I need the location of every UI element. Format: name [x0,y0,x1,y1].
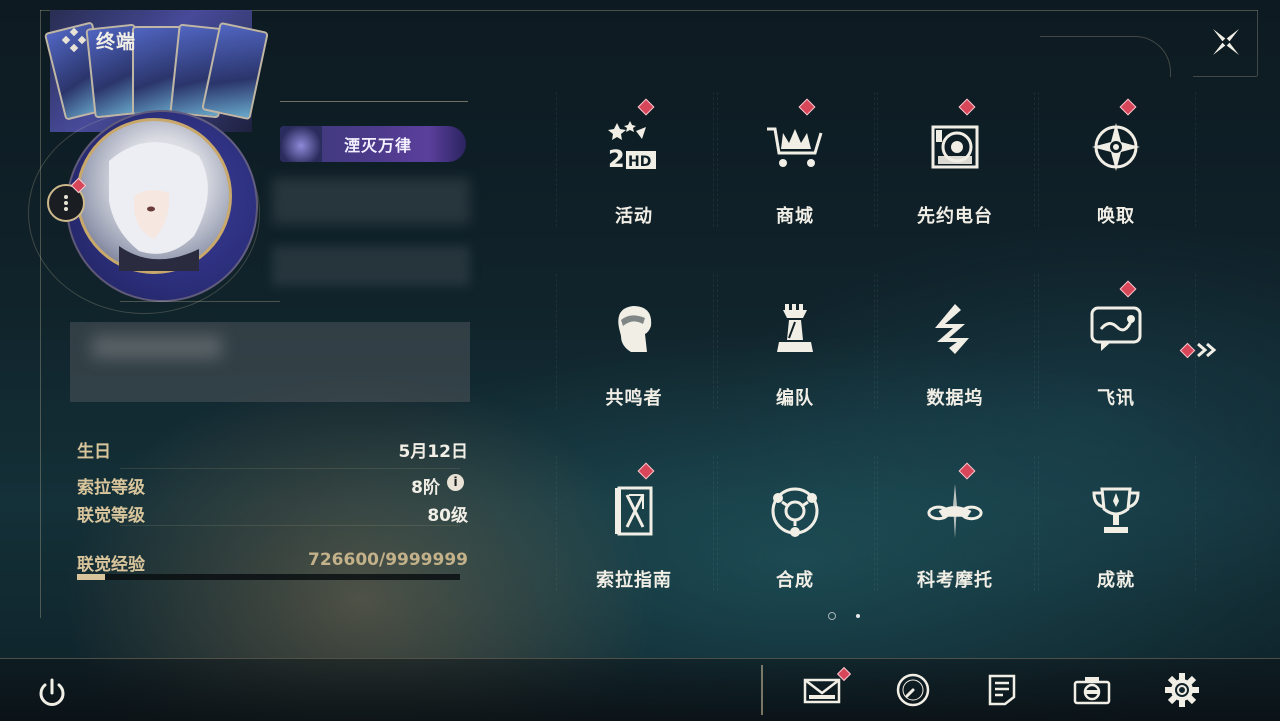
signature-box-blurred[interactable] [70,322,470,402]
camera-icon [1073,677,1111,705]
close-button[interactable] [1206,22,1246,62]
page-indicator [828,612,860,620]
motorbike-icon [925,481,985,541]
menu-item-9[interactable]: 索拉指南 [554,456,714,606]
shop-cart-icon [765,117,825,177]
power-icon [39,678,65,706]
close-icon [1213,29,1239,55]
menu-item-label: 先约电台 [917,206,993,227]
menu-item-8[interactable]: 飞讯 [1036,274,1196,424]
power-button[interactable] [32,673,72,713]
player-title-badge[interactable]: 湮灭万律 [280,126,466,162]
menu-item-label: 成就 [1097,570,1135,591]
sola-level-value: 8阶 [411,478,440,498]
menu-item-label: 飞讯 [1097,388,1135,409]
exp-label: 联觉经验 [77,555,145,575]
double-chevron-right-icon [1197,342,1217,358]
menu-item-label: 共鸣者 [605,388,663,409]
menu-item-label: 唤取 [1097,206,1135,227]
settings-button[interactable] [1160,668,1204,712]
menu-item-label: 合成 [776,570,814,591]
bar-divider [761,665,763,715]
menu-item-12[interactable]: 成就 [1036,456,1196,606]
player-name-blurred [272,178,470,224]
history-button[interactable] [891,668,935,712]
mail-icon [803,678,841,704]
menu-item-label: 科考摩托 [917,570,993,591]
svg-text:HD: HD [628,154,651,170]
more-vertical-icon [64,195,68,211]
menu-item-6[interactable]: 编队 [715,274,875,424]
menu-item-11[interactable]: 科考摩托 [875,456,1035,606]
clock-icon [896,673,930,707]
terminal-diamond-icon [61,27,87,53]
menu-item-3[interactable]: 先约电台 [875,92,1035,242]
event-2nd-anniversary-icon: 2 HD [604,117,664,177]
svg-text:2: 2 [608,145,625,173]
menu-item-4[interactable]: 唤取 [1036,92,1196,242]
menu-item-7[interactable]: 数据坞 [875,274,1035,424]
guide-book-icon [604,481,664,541]
menu-item-1[interactable]: 2 HD 活动 [554,92,714,242]
data-bank-icon [925,299,985,359]
settings-gear-icon [1165,673,1199,707]
chess-team-icon [765,299,825,359]
info-icon[interactable]: i [447,474,464,491]
menu-item-label: 编队 [776,388,814,409]
divider [120,301,280,302]
union-level-label: 联觉等级 [77,506,145,526]
radio-icon [925,117,985,177]
notes-icon [988,674,1016,706]
page-title: 终端 [96,31,137,53]
next-page-button[interactable] [1179,338,1222,362]
page-dot-active[interactable] [828,612,836,620]
sola-level-label: 索拉等级 [77,478,145,498]
avatar[interactable] [76,118,232,274]
birthday-value: 5月12日 [398,442,469,462]
menu-item-2[interactable]: 商城 [715,92,875,242]
frame-left-line [40,10,41,618]
menu-item-5[interactable]: 共鸣者 [554,274,714,424]
resonator-head-icon [604,299,664,359]
frame-curve [1040,36,1171,77]
frame-right-vline [1257,10,1258,76]
birthday-label: 生日 [77,442,111,462]
message-chat-icon [1086,299,1146,359]
menu-item-label: 索拉指南 [596,570,672,591]
menu-item-10[interactable]: 合成 [715,456,875,606]
menu-item-label: 商城 [776,206,814,227]
stats-decoration [120,468,460,526]
menu-item-label: 活动 [615,206,653,227]
notification-dot [1179,342,1196,358]
menu-item-label: 数据坞 [926,388,984,409]
exp-value: 726600/9999999 [308,550,468,570]
frame-right-line [1193,76,1257,77]
title-badge-emblem [280,126,322,162]
signature-text-blurred [92,336,222,358]
notes-button[interactable] [980,668,1024,712]
page-dot[interactable] [856,614,860,618]
convene-star-icon [1086,117,1146,177]
camera-button[interactable] [1070,668,1114,712]
synthesis-icon [765,481,825,541]
union-level-value: 80级 [427,506,468,526]
trophy-icon [1086,481,1146,541]
divider [280,101,468,102]
exp-progress-track [77,574,460,580]
title-badge-label: 湮灭万律 [344,136,413,155]
player-id-blurred [272,246,470,286]
exp-progress-fill [77,574,105,580]
